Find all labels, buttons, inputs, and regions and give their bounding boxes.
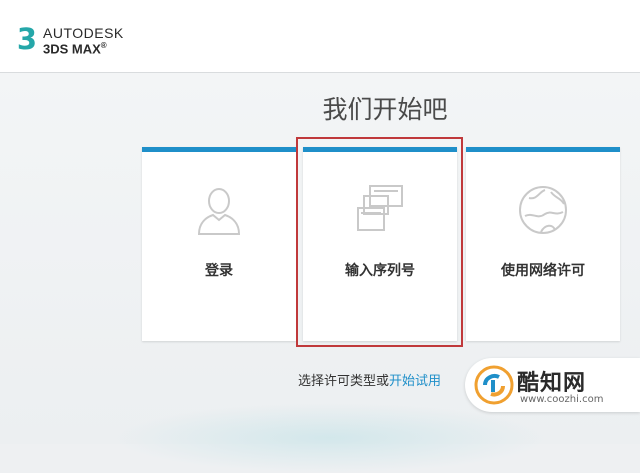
sign-in-card[interactable]: 登录 — [142, 147, 296, 341]
sign-in-label: 登录 — [205, 263, 233, 279]
start-trial-link[interactable]: 开始试用 — [389, 374, 441, 389]
watermark-url: www.coozhi.com — [520, 394, 604, 405]
coozhi-watermark: 酷知网 www.coozhi.com — [465, 358, 640, 412]
selection-highlight-box — [296, 137, 463, 347]
background-swoosh — [110, 403, 550, 473]
network-license-card[interactable]: 使用网络许可 — [466, 147, 620, 341]
network-globe-icon — [519, 186, 567, 234]
product-name: 3DS MAX® — [43, 41, 107, 57]
license-type-text: 选择许可类型或 — [298, 374, 390, 389]
license-type-prompt: 选择许可类型或开始试用 — [298, 370, 441, 389]
product-name-text: 3DS MAX — [43, 41, 101, 57]
app-header: 3 AUTODESK 3DS MAX® — [0, 0, 640, 73]
brand-name: AUTODESK — [43, 25, 124, 41]
page-title: 我们开始吧 — [322, 95, 448, 124]
watermark-title: 酷知网 — [517, 371, 587, 396]
autodesk-3-logo-icon: 3 — [16, 22, 38, 56]
coozhi-logo-icon — [474, 365, 514, 405]
network-license-label: 使用网络许可 — [501, 263, 585, 279]
user-icon — [197, 188, 241, 235]
